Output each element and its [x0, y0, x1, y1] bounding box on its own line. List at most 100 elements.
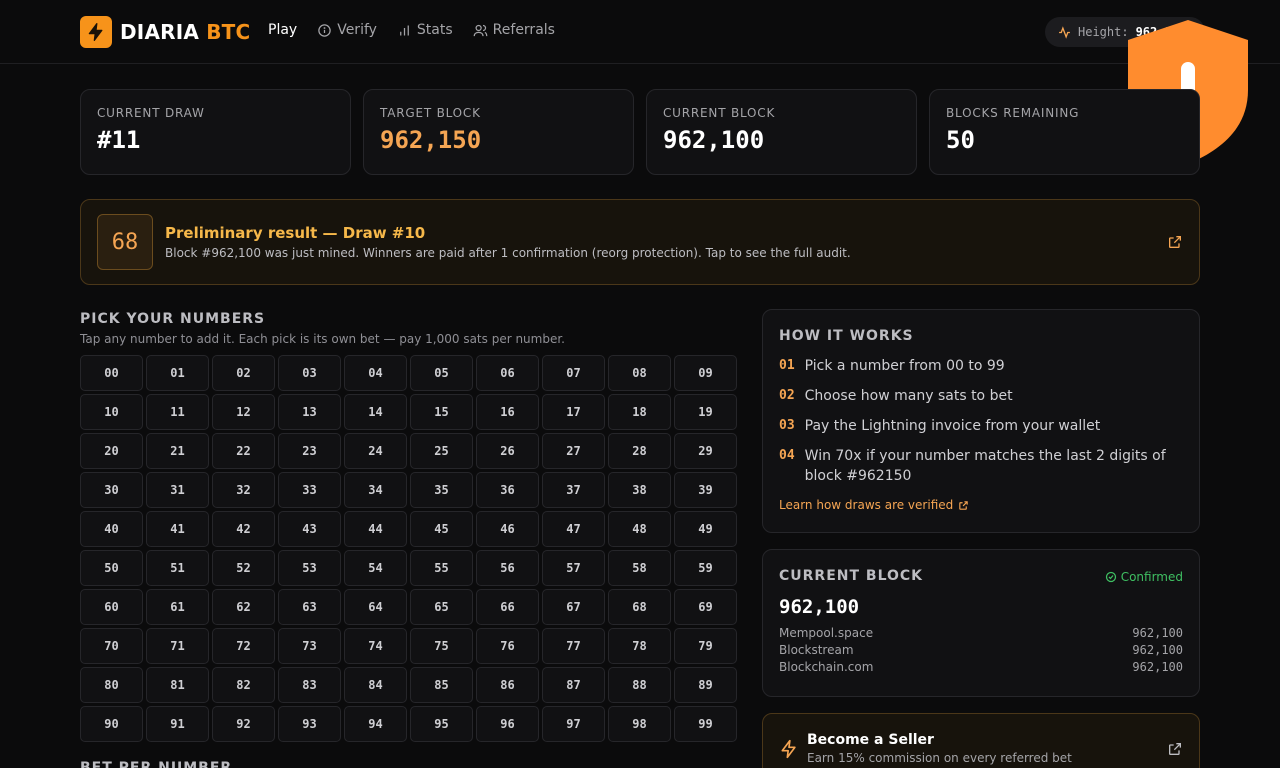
number-cell[interactable]: 09	[674, 355, 737, 391]
number-cell[interactable]: 97	[542, 706, 605, 742]
number-cell[interactable]: 60	[80, 589, 143, 625]
number-cell[interactable]: 31	[146, 472, 209, 508]
number-cell[interactable]: 40	[80, 511, 143, 547]
number-cell[interactable]: 22	[212, 433, 275, 469]
number-cell[interactable]: 48	[608, 511, 671, 547]
number-cell[interactable]: 83	[278, 667, 341, 703]
number-cell[interactable]: 80	[80, 667, 143, 703]
number-cell[interactable]: 57	[542, 550, 605, 586]
number-cell[interactable]: 74	[344, 628, 407, 664]
number-cell[interactable]: 00	[80, 355, 143, 391]
number-cell[interactable]: 35	[410, 472, 473, 508]
number-cell[interactable]: 46	[476, 511, 539, 547]
number-cell[interactable]: 75	[410, 628, 473, 664]
nav-verify[interactable]: Verify	[317, 22, 377, 38]
number-cell[interactable]: 23	[278, 433, 341, 469]
nav-referrals[interactable]: Referrals	[473, 22, 555, 38]
number-cell[interactable]: 28	[608, 433, 671, 469]
number-cell[interactable]: 19	[674, 394, 737, 430]
number-cell[interactable]: 08	[608, 355, 671, 391]
number-cell[interactable]: 05	[410, 355, 473, 391]
number-cell[interactable]: 79	[674, 628, 737, 664]
number-cell[interactable]: 03	[278, 355, 341, 391]
nav-play[interactable]: Play	[268, 22, 297, 38]
number-cell[interactable]: 78	[608, 628, 671, 664]
number-cell[interactable]: 63	[278, 589, 341, 625]
number-cell[interactable]: 01	[146, 355, 209, 391]
number-cell[interactable]: 25	[410, 433, 473, 469]
number-cell[interactable]: 96	[476, 706, 539, 742]
number-cell[interactable]: 58	[608, 550, 671, 586]
number-cell[interactable]: 29	[674, 433, 737, 469]
number-cell[interactable]: 32	[212, 472, 275, 508]
number-cell[interactable]: 88	[608, 667, 671, 703]
number-cell[interactable]: 69	[674, 589, 737, 625]
number-cell[interactable]: 26	[476, 433, 539, 469]
number-cell[interactable]: 38	[608, 472, 671, 508]
number-cell[interactable]: 73	[278, 628, 341, 664]
number-cell[interactable]: 81	[146, 667, 209, 703]
preliminary-result-banner[interactable]: 68 Preliminary result — Draw #10 Block #…	[80, 199, 1200, 285]
become-seller-card[interactable]: Become a Seller Earn 15% commission on e…	[762, 713, 1200, 768]
number-cell[interactable]: 50	[80, 550, 143, 586]
external-link-icon[interactable]	[1167, 741, 1183, 757]
number-cell[interactable]: 68	[608, 589, 671, 625]
number-cell[interactable]: 70	[80, 628, 143, 664]
number-cell[interactable]: 34	[344, 472, 407, 508]
learn-verified-link[interactable]: Learn how draws are verified	[779, 498, 1183, 512]
external-link-icon[interactable]	[1167, 234, 1183, 250]
number-cell[interactable]: 76	[476, 628, 539, 664]
number-cell[interactable]: 98	[608, 706, 671, 742]
number-cell[interactable]: 56	[476, 550, 539, 586]
nav-stats[interactable]: Stats	[397, 22, 453, 38]
number-cell[interactable]: 13	[278, 394, 341, 430]
number-cell[interactable]: 65	[410, 589, 473, 625]
number-cell[interactable]: 17	[542, 394, 605, 430]
number-cell[interactable]: 86	[476, 667, 539, 703]
number-cell[interactable]: 11	[146, 394, 209, 430]
number-cell[interactable]: 95	[410, 706, 473, 742]
number-cell[interactable]: 99	[674, 706, 737, 742]
number-cell[interactable]: 90	[80, 706, 143, 742]
number-cell[interactable]: 41	[146, 511, 209, 547]
number-cell[interactable]: 91	[146, 706, 209, 742]
number-cell[interactable]: 67	[542, 589, 605, 625]
number-cell[interactable]: 85	[410, 667, 473, 703]
number-cell[interactable]: 12	[212, 394, 275, 430]
number-cell[interactable]: 04	[344, 355, 407, 391]
number-cell[interactable]: 15	[410, 394, 473, 430]
number-cell[interactable]: 94	[344, 706, 407, 742]
number-cell[interactable]: 16	[476, 394, 539, 430]
number-cell[interactable]: 02	[212, 355, 275, 391]
number-cell[interactable]: 53	[278, 550, 341, 586]
number-cell[interactable]: 64	[344, 589, 407, 625]
number-cell[interactable]: 36	[476, 472, 539, 508]
number-cell[interactable]: 42	[212, 511, 275, 547]
number-cell[interactable]: 43	[278, 511, 341, 547]
number-cell[interactable]: 51	[146, 550, 209, 586]
number-cell[interactable]: 66	[476, 589, 539, 625]
number-cell[interactable]: 10	[80, 394, 143, 430]
brand-logo[interactable]: DIARIA BTC	[80, 16, 250, 48]
number-cell[interactable]: 21	[146, 433, 209, 469]
number-cell[interactable]: 59	[674, 550, 737, 586]
number-cell[interactable]: 33	[278, 472, 341, 508]
number-cell[interactable]: 72	[212, 628, 275, 664]
number-cell[interactable]: 71	[146, 628, 209, 664]
number-cell[interactable]: 37	[542, 472, 605, 508]
number-cell[interactable]: 06	[476, 355, 539, 391]
number-cell[interactable]: 49	[674, 511, 737, 547]
number-cell[interactable]: 45	[410, 511, 473, 547]
number-cell[interactable]: 24	[344, 433, 407, 469]
number-cell[interactable]: 44	[344, 511, 407, 547]
number-cell[interactable]: 20	[80, 433, 143, 469]
number-cell[interactable]: 07	[542, 355, 605, 391]
number-cell[interactable]: 55	[410, 550, 473, 586]
number-cell[interactable]: 84	[344, 667, 407, 703]
number-cell[interactable]: 52	[212, 550, 275, 586]
number-cell[interactable]: 47	[542, 511, 605, 547]
number-cell[interactable]: 18	[608, 394, 671, 430]
number-cell[interactable]: 54	[344, 550, 407, 586]
number-cell[interactable]: 30	[80, 472, 143, 508]
number-cell[interactable]: 62	[212, 589, 275, 625]
